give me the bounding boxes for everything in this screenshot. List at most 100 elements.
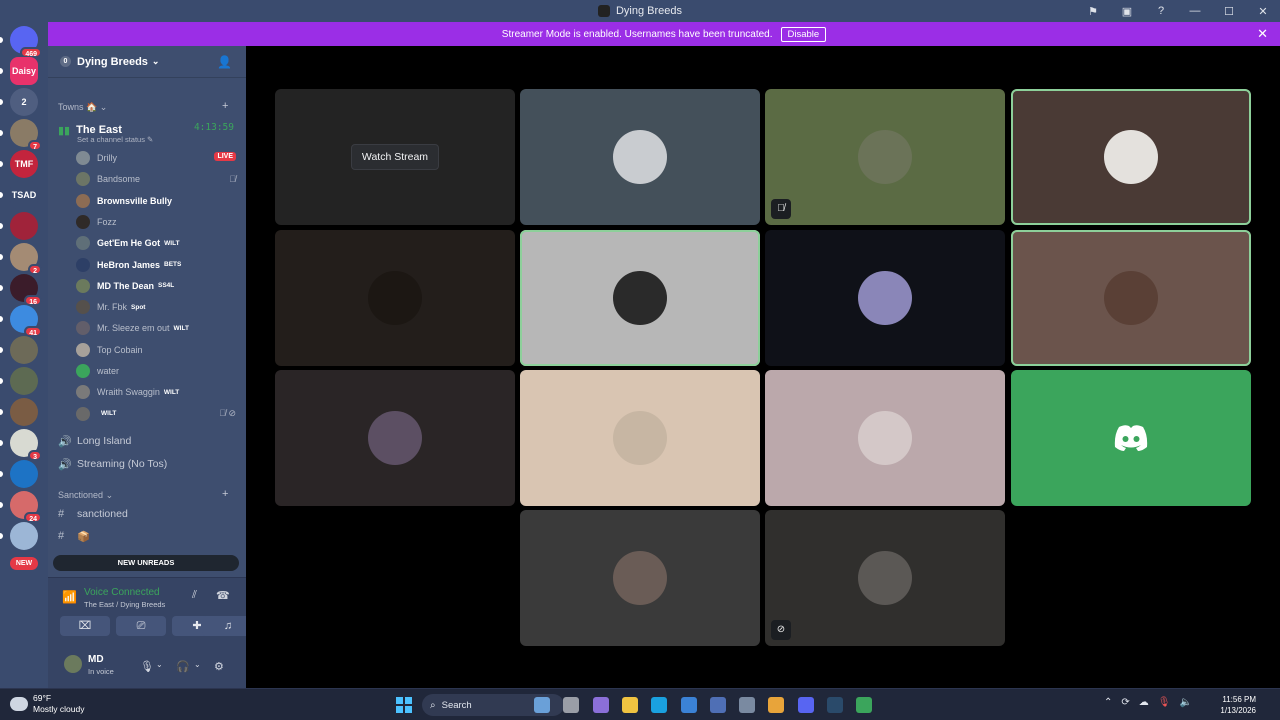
chevron-down-icon[interactable]: ⌄ [194,660,201,669]
chevron-down-icon[interactable]: ⌄ [156,660,163,669]
server-icon[interactable] [10,522,38,550]
noise-suppression-icon[interactable]: ⫽ [192,589,197,602]
voice-user[interactable]: Wraith Swaggin WILT [76,382,238,402]
add-channel-icon[interactable]: + [222,488,228,500]
stream-tile[interactable]: Watch Stream [275,89,515,225]
participant-tile[interactable] [765,230,1005,366]
server-icon[interactable]: 2 [10,243,42,275]
voice-user[interactable]: water [76,361,238,381]
participant-tile[interactable] [1011,230,1251,366]
sync-icon[interactable]: ⟳ [1121,697,1129,708]
text-channel[interactable]: # 📦 [58,526,90,546]
taskbar-app-icon[interactable] [621,697,638,713]
settings-gear-icon[interactable]: ⚙ [214,660,224,673]
participant-tile[interactable] [765,370,1005,506]
voice-user[interactable]: Brownsville Bully [76,191,238,211]
windows-start-icon[interactable] [396,697,412,713]
close-icon[interactable]: ✕ [1257,26,1268,42]
server-icon[interactable]: Daisy [10,57,38,85]
signal-icon[interactable]: 📶 [62,590,77,604]
server-icon[interactable]: 7 [10,119,42,151]
participant-tile[interactable] [275,370,515,506]
server-icon[interactable] [10,336,38,364]
taskbar-app-icon[interactable] [651,697,668,713]
voice-user[interactable]: Drilly LIVE [76,148,238,168]
server-icon[interactable]: 16 [10,274,42,306]
participant-tile[interactable] [520,230,760,366]
voice-user[interactable]: Mr. Fbk Spot [76,297,238,317]
cloud-off-icon[interactable]: ☁ [1139,697,1149,708]
unread-indicator [0,409,3,415]
participant-tile[interactable] [1011,370,1251,506]
server-icon[interactable]: 469 [10,26,42,58]
voice-channel[interactable]: 🔊 Long Island [58,431,131,451]
participant-tile[interactable] [1011,89,1251,225]
server-icon[interactable] [10,460,38,488]
taskbar-app-icon[interactable] [768,697,785,713]
participant-tile[interactable] [520,370,760,506]
taskbar-app-icon[interactable] [739,697,756,713]
server-icon[interactable]: 2 [10,88,38,116]
screen-icon[interactable]: ▣ [1110,5,1144,18]
participant-tile[interactable] [520,89,760,225]
taskbar-app-icon[interactable] [592,697,609,713]
voice-status[interactable]: Voice Connected [84,587,160,598]
microphone-icon[interactable]: 🎙 [140,660,154,673]
weather-widget[interactable]: 69°F Mostly cloudy [10,693,85,715]
microphone-icon[interactable]: 🎙 [1158,697,1171,708]
text-channel[interactable]: # sanctioned [58,504,128,524]
voice-user[interactable]: Get'Em He Got WILT [76,233,238,253]
server-icon[interactable] [10,212,38,240]
server-icon[interactable]: TMF [10,150,38,178]
participant-tile[interactable] [520,510,760,646]
camera-button[interactable]: ⌧ [60,616,110,636]
add-user-icon[interactable]: 👤 [217,55,232,69]
new-unreads-pill[interactable]: NEW UNREADS [53,555,239,571]
disconnect-icon[interactable]: ☎ [216,589,230,602]
voice-user[interactable]: Bandsome 🎙̸ [76,169,238,189]
taskbar-app-icon[interactable] [563,697,580,713]
participant-tile[interactable]: ⊘ [765,510,1005,646]
help-icon[interactable]: ? [1144,5,1178,17]
voice-user[interactable]: Fozz [76,212,238,232]
screen-share-button[interactable]: ⎚ [116,616,166,636]
category-towns[interactable]: Towns 🏠 ⌄ + [58,100,228,113]
maximize-icon[interactable]: ☐ [1212,5,1246,18]
voice-channel[interactable]: 🔊 Streaming (No Tos) [58,454,167,474]
taskbar-app-icon[interactable] [709,697,726,713]
server-icon[interactable] [10,398,38,426]
voice-user[interactable]: Top Cobain [76,340,238,360]
user-name[interactable]: MD [88,654,104,665]
server-icon[interactable]: TSAD [10,181,38,209]
participant-tile[interactable] [275,230,515,366]
participant-tile[interactable]: 🎙̸ [765,89,1005,225]
avatar[interactable] [64,655,82,673]
voice-user[interactable]: MD The Dean SS4L [76,276,238,296]
speaker-icon[interactable]: 🔈 [1179,697,1191,708]
new-badge[interactable]: NEW [10,557,38,570]
taskbar-app-icon[interactable] [534,697,550,713]
taskbar-app-icon[interactable] [827,697,843,713]
headphones-icon[interactable]: 🎧 [176,660,190,673]
clock[interactable]: 11:56 PM 1/13/2026 [1220,694,1256,716]
server-header[interactable]: 0 Dying Breeds ⌄ 👤 [48,46,246,78]
taskbar-app-icon[interactable] [797,697,814,713]
server-icon[interactable]: 3 [10,429,42,461]
disable-button[interactable]: Disable [780,26,827,42]
add-channel-icon[interactable]: + [222,100,228,112]
voice-user[interactable]: Mr. Sleeze em out WILT [76,318,238,338]
taskbar-app-icon[interactable] [680,697,697,713]
server-icon[interactable]: 41 [10,305,42,337]
close-icon[interactable]: ✕ [1246,5,1280,18]
voice-user[interactable]: HeBron James BETS [76,255,238,275]
server-icon[interactable] [10,367,38,395]
chevron-up-icon[interactable]: ⌃ [1104,697,1112,708]
inbox-icon[interactable]: ⚑ [1076,5,1110,18]
voice-user[interactable]: WILT 🎙̸ ⊘ [76,404,238,424]
minimize-icon[interactable]: — [1178,5,1212,17]
category-sanctioned[interactable]: Sanctioned ⌄ + [58,488,228,501]
taskbar-app-icon[interactable] [856,697,873,713]
server-icon[interactable]: 24 [10,491,42,523]
channel-status-hint[interactable]: Set a channel status ✎ [77,135,153,144]
watch-stream-button[interactable]: Watch Stream [350,144,440,170]
